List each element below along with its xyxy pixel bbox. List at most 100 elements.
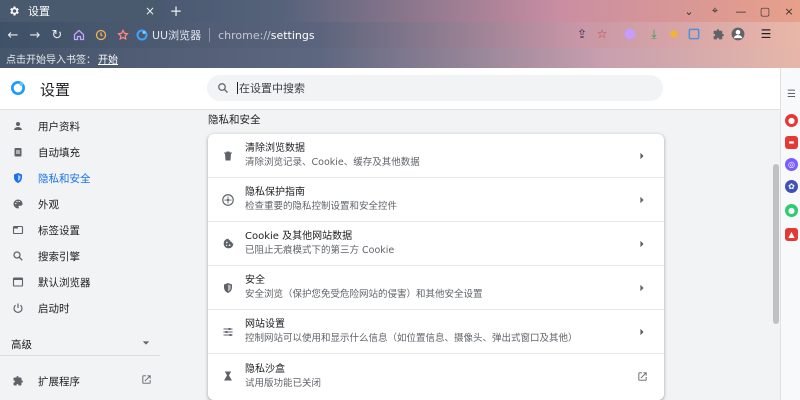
back-button[interactable]: ←: [4, 26, 22, 44]
settings-search[interactable]: [207, 75, 663, 101]
shield-icon: [12, 172, 24, 184]
sidebar-item-on-startup[interactable]: 启动时: [0, 295, 160, 321]
sun-icon[interactable]: [666, 26, 682, 42]
sidebar-item-label: 隐私和安全: [38, 172, 91, 185]
sidebar-item-extensions[interactable]: 扩展程序: [0, 368, 160, 394]
import-bookmarks-link[interactable]: 开始: [98, 51, 118, 66]
tab-search-icon[interactable]: ⌄: [676, 0, 702, 22]
wechat-icon[interactable]: ●: [785, 204, 798, 217]
sidebar-item-label: 默认浏览器: [38, 276, 91, 289]
flask-icon: [221, 369, 235, 383]
sidebar-item-label: 高级: [11, 338, 32, 351]
chevron-right-icon: [634, 152, 650, 160]
row-title: Cookie 及其他网站数据: [245, 231, 353, 242]
row-site-settings[interactable]: 网站设置 控制网站可以使用和显示什么信息（如位置信息、摄像头、弹出式窗口及其他）: [208, 310, 664, 354]
import-bookmarks-prompt: 点击开始导入书签：: [6, 54, 96, 66]
minimize-button[interactable]: —: [728, 0, 754, 22]
share-icon[interactable]: ⇪: [574, 26, 590, 42]
browser-brand-label: UU浏览器: [152, 29, 202, 42]
power-icon: [12, 302, 24, 314]
row-subtitle: 控制网站可以使用和显示什么信息（如位置信息、摄像头、弹出式窗口及其他）: [245, 333, 578, 344]
profile-avatar[interactable]: [730, 26, 746, 42]
menu-icon[interactable]: ☰: [758, 26, 774, 42]
row-title: 安全: [245, 275, 265, 286]
pdf-icon[interactable]: ▲: [785, 228, 798, 241]
search-input[interactable]: [239, 81, 619, 95]
sliders-icon: [221, 325, 235, 339]
browser-logo-icon: [11, 81, 25, 95]
trash-icon: [221, 149, 235, 163]
settings-header: 设置: [0, 68, 780, 110]
sidebar-item-search-engine[interactable]: 搜索引擎: [0, 243, 160, 269]
sidebar-divider: [0, 355, 160, 356]
puzzle-icon[interactable]: [710, 26, 726, 42]
external-link-icon: [634, 371, 650, 382]
text-cursor: [237, 82, 238, 94]
sidebar-item-appearance[interactable]: 外观: [0, 191, 160, 217]
url-host: settings: [270, 28, 315, 42]
bookmarks-bar: 点击开始导入书签： 开始: [0, 48, 800, 68]
row-cookies[interactable]: Cookie 及其他网站数据 已阻止无痕模式下的第三方 Cookie: [208, 222, 664, 266]
reload-button[interactable]: ↻: [48, 26, 66, 44]
extension-icon[interactable]: [622, 26, 638, 42]
sidebar-item-default-browser[interactable]: 默认浏览器: [0, 269, 160, 295]
chevron-right-icon: [634, 240, 650, 248]
row-title: 清除浏览数据: [245, 143, 305, 154]
baidu-icon[interactable]: ✿: [785, 180, 798, 193]
row-subtitle: 已阻止无痕模式下的第三方 Cookie: [245, 245, 395, 256]
history-icon[interactable]: [92, 26, 110, 44]
sidebar-item-label: 标签设置: [38, 224, 80, 237]
page-title: 设置: [40, 81, 71, 99]
pin-icon[interactable]: ⌖: [702, 0, 728, 22]
palette-icon: [12, 198, 24, 210]
app-icon[interactable]: ◎: [785, 158, 798, 171]
row-privacy-guide[interactable]: 隐私保护指南 检查重要的隐私控制设置和安全控件: [208, 178, 664, 222]
sidebar-item-privacy[interactable]: 隐私和安全: [0, 165, 160, 191]
sidebar-item-advanced[interactable]: 高级: [0, 331, 160, 357]
star-icon[interactable]: [114, 26, 132, 44]
close-window-button[interactable]: ×: [776, 0, 800, 22]
sidebar-item-profile[interactable]: 用户资料: [0, 113, 160, 139]
home-icon[interactable]: [70, 26, 88, 44]
title-bar: 设置 × + ⌄ ⌖ — ▢ ×: [0, 0, 800, 22]
tab-close-icon[interactable]: ×: [142, 3, 158, 19]
maximize-button[interactable]: ▢: [752, 0, 778, 22]
chevron-down-icon: [142, 338, 150, 350]
person-icon: [12, 120, 24, 132]
gear-icon: [8, 5, 20, 17]
privacy-card: 清除浏览数据 清除浏览记录、Cookie、缓存及其他数据 隐私保护指南 检查重要…: [208, 134, 664, 400]
sidebar-item-autofill[interactable]: 自动填充: [0, 139, 160, 165]
sidebar-item-tabs[interactable]: 标签设置: [0, 217, 160, 243]
weibo-icon[interactable]: ●: [785, 114, 798, 127]
news-icon[interactable]: ▬: [785, 136, 798, 149]
section-title: 隐私和安全: [208, 114, 261, 126]
row-security[interactable]: 安全 安全浏览（保护您免受危险网站的侵害）和其他安全设置: [208, 266, 664, 310]
forward-button[interactable]: →: [26, 26, 44, 44]
address-divider: [209, 28, 211, 42]
side-panel-menu-icon[interactable]: ☰: [785, 88, 798, 101]
screenshot-icon[interactable]: [686, 26, 702, 42]
compass-icon: [221, 193, 235, 207]
bookmark-star-icon[interactable]: ☆: [594, 26, 610, 42]
sidebar-item-label: 用户资料: [38, 120, 80, 133]
search-icon: [218, 83, 228, 93]
chevron-right-icon: [634, 196, 650, 204]
row-title: 隐私沙盒: [245, 363, 285, 375]
sidebar-item-label: 自动填充: [38, 146, 80, 159]
row-privacy-sandbox[interactable]: 隐私沙盒 试用版功能已关闭: [208, 354, 664, 398]
clipboard-icon: [12, 146, 24, 158]
chevron-right-icon: [634, 284, 650, 292]
new-tab-button[interactable]: +: [168, 2, 184, 20]
row-title: 隐私保护指南: [245, 187, 305, 198]
shield-icon: [221, 281, 235, 295]
tab-title: 设置: [28, 5, 50, 18]
settings-page: 设置 用户资料 自动填充 隐私和安全 外观 标签设置: [0, 68, 780, 400]
scrollbar[interactable]: [773, 164, 779, 324]
browser-icon: [12, 276, 24, 288]
settings-sidebar: 用户资料 自动填充 隐私和安全 外观 标签设置 搜索引擎 默认浏览器 启动时 高…: [0, 110, 160, 400]
search-icon: [12, 250, 24, 262]
tab-settings[interactable]: 设置 ×: [0, 0, 162, 22]
download-icon[interactable]: ⤓: [646, 26, 662, 42]
address-bar[interactable]: UU浏览器 chrome:// settings: [136, 24, 566, 46]
row-clear-browsing-data[interactable]: 清除浏览数据 清除浏览记录、Cookie、缓存及其他数据: [208, 134, 664, 178]
